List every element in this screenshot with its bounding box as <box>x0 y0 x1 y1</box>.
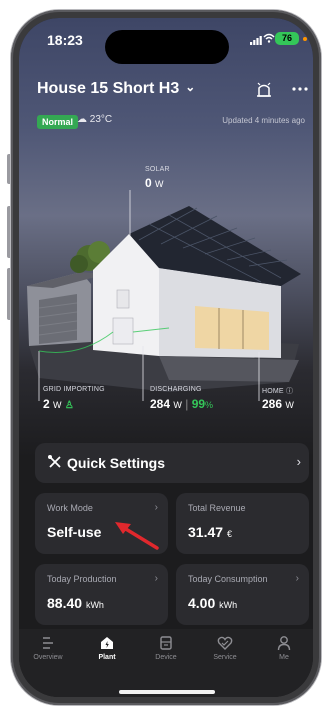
solar-value: 0 W <box>145 176 164 190</box>
dynamic-island <box>105 30 229 64</box>
battery-icon: 76 <box>275 32 299 45</box>
tab-bar: Overview Plant Device Service Me <box>19 629 313 697</box>
weather: ☁ 23°C <box>77 114 112 125</box>
status-time: 18:23 <box>47 32 83 48</box>
service-icon <box>217 636 233 650</box>
grid-power: 2 <box>43 397 50 411</box>
tab-service-label: Service <box>213 654 237 661</box>
home-unit: W <box>285 400 294 410</box>
alarm-icon[interactable] <box>255 80 273 98</box>
info-icon[interactable]: ⓘ <box>286 388 293 395</box>
tab-plant-label: Plant <box>98 654 116 661</box>
status-bar: 18:23 76 <box>19 18 313 64</box>
house-illustration <box>27 190 301 401</box>
tab-me-label: Me <box>279 654 289 661</box>
chevron-down-icon: ⌄ <box>185 80 196 94</box>
battery-unit: W <box>173 400 182 410</box>
updated-time: Updated 4 minutes ago <box>222 116 305 125</box>
device-icon <box>160 636 172 650</box>
today-consumption-value: 4.00 kWh <box>188 595 237 611</box>
battery-power: 284 <box>150 397 171 411</box>
more-icon[interactable] <box>291 82 309 96</box>
signal-icon <box>250 36 262 45</box>
solar-unit: W <box>155 179 164 189</box>
temperature: 23°C <box>89 114 113 125</box>
quick-settings-label: Quick Settings <box>67 455 166 471</box>
home-value: 286 W <box>262 397 294 411</box>
today-production-amount: 88.40 <box>47 595 83 611</box>
today-consumption-label: Today Consumption <box>188 574 268 584</box>
home-power: 286 <box>262 397 283 411</box>
cloud-icon: ☁ <box>77 114 87 125</box>
privacy-dot <box>303 37 307 41</box>
chevron-right-icon: › <box>154 502 158 513</box>
grid-tower-icon: ♙ <box>64 400 74 411</box>
today-production-card[interactable]: Today Production › 88.40 kWh <box>35 564 168 625</box>
total-revenue-amount: 31.47 <box>188 524 224 540</box>
quick-settings-button[interactable]: Quick Settings › <box>35 443 309 483</box>
today-consumption-amount: 4.00 <box>188 595 216 611</box>
user-icon <box>277 636 291 651</box>
work-mode-value: Self-use <box>47 524 102 540</box>
tab-device[interactable]: Device <box>137 635 195 661</box>
chevron-right-icon: › <box>154 573 158 584</box>
separator: | <box>185 397 189 411</box>
total-revenue-label: Total Revenue <box>188 503 246 513</box>
tab-device-label: Device <box>155 654 177 661</box>
today-consumption-card[interactable]: Today Consumption › 4.00 kWh <box>176 564 309 625</box>
solar-label: SOLAR <box>145 166 170 173</box>
plant-icon <box>101 637 113 649</box>
currency-unit: € <box>226 529 232 539</box>
battery-label: DISCHARGING <box>150 386 202 393</box>
chevron-right-icon: › <box>295 573 299 584</box>
tab-service[interactable]: Service <box>196 635 254 661</box>
home-indicator <box>119 690 215 694</box>
tools-icon <box>48 455 61 468</box>
consumption-unit: kWh <box>219 600 238 610</box>
app-screen: 18:23 76 House 15 Short H3 ⌄ Normal ☁ 23°… <box>19 18 313 697</box>
grid-unit: W <box>53 400 62 410</box>
overview-icon <box>43 637 53 649</box>
battery-soc: 99 <box>191 397 206 411</box>
tab-me[interactable]: Me <box>255 635 313 661</box>
today-production-label: Today Production <box>47 574 117 584</box>
home-label: HOME ⓘ <box>262 386 293 396</box>
wifi-icon <box>263 33 275 43</box>
annotation-arrow <box>115 522 159 550</box>
total-revenue-card: Total Revenue 31.47 € <box>176 493 309 554</box>
home-label-text: HOME <box>262 388 284 395</box>
tab-plant[interactable]: Plant <box>78 635 136 661</box>
battery-soc-unit: % <box>205 400 214 410</box>
plant-selector[interactable]: House 15 Short H3 ⌄ <box>37 80 195 98</box>
solar-power: 0 <box>145 176 152 190</box>
grid-label: GRID IMPORTING <box>43 386 105 393</box>
status-badge: Normal <box>37 115 79 129</box>
chevron-right-icon: › <box>296 454 301 469</box>
today-production-value: 88.40 kWh <box>47 595 104 611</box>
tab-overview-label: Overview <box>33 654 63 661</box>
battery-value: 284 W | 99% <box>150 397 213 411</box>
tab-overview[interactable]: Overview <box>19 635 77 661</box>
work-mode-label: Work Mode <box>47 503 93 513</box>
grid-value: 2 W ♙ <box>43 397 74 411</box>
plant-name: House 15 Short H3 <box>37 80 180 97</box>
production-unit: kWh <box>85 600 104 610</box>
total-revenue-value: 31.47 € <box>188 524 232 540</box>
